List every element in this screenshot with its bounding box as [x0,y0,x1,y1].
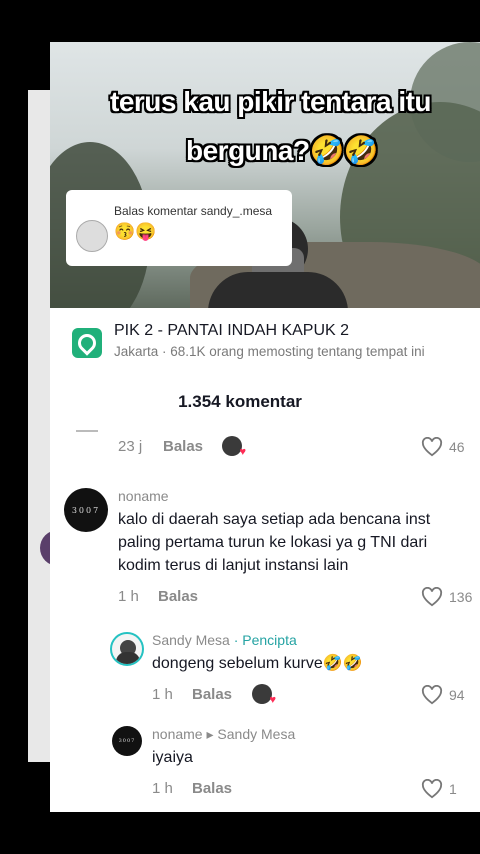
avatar[interactable] [110,632,144,666]
reply-button[interactable]: Balas [192,780,232,797]
comment-author-line[interactable]: noname ▸ Sandy Mesa [152,726,295,743]
comment-count: 1.354 komentar [178,392,302,411]
comment-author-line[interactable]: Sandy Mesa · Pencipta [152,632,297,648]
heart-icon: ♥ [239,446,246,458]
previous-comment-edge [76,430,98,432]
heart-icon: ♥ [269,694,276,706]
reply-button[interactable]: Balas [158,588,198,605]
like-count: 94 [449,687,465,703]
comment-time: 1 h [118,588,139,605]
comments-sheet: PIK 2 - PANTAI INDAH KAPUK 2 Jakarta · 6… [50,308,480,812]
comment-text-line: kalo di daerah saya setiap ada bencana i… [118,511,431,528]
location-pin-icon [72,328,102,358]
reply-sticker-title: Balas komentar sandy_.mesa [114,204,273,218]
reply-sticker-emojis: 😚😝 [114,222,157,241]
reply-arrow-icon: ▸ [206,726,214,742]
reply-button[interactable]: Balas [192,686,232,703]
comment-text: dongeng sebelum kurve🤣🤣 [152,655,363,672]
comment-time: 1 h [152,780,173,797]
like-button[interactable]: 46 [421,437,465,457]
comment-time: 1 h [152,686,173,703]
heart-outline-icon [421,685,443,705]
comment-author[interactable]: noname [118,488,169,504]
like-count: 46 [449,439,465,455]
avatar[interactable]: 3007 [64,488,108,532]
comment-time: 23 j [118,438,143,455]
location-title[interactable]: PIK 2 - PANTAI INDAH KAPUK 2 [114,322,349,340]
comment-text-line: paling pertama turun ke lokasi ya g TNI … [118,534,428,551]
video-preview[interactable]: terus kau pikir tentara itu berguna?🤣🤣 B… [50,42,480,308]
comment-author[interactable]: noname [152,726,203,742]
video-caption-line2: berguna?🤣🤣 [186,135,379,166]
reply-sticker-avatar [76,220,108,252]
heart-outline-icon [421,587,443,607]
heart-outline-icon [421,779,443,799]
like-button[interactable]: 136 [421,587,472,607]
comment-text: iyaiya [152,749,193,766]
location-subtitle: Jakarta · 68.1K orang memosting tentang … [114,344,425,359]
like-count: 1 [449,781,457,797]
heart-outline-icon [421,437,443,457]
comment-text-line: kodim terus di lanjut instansi lain [118,557,349,574]
like-button[interactable]: 1 [421,779,457,799]
reply-comment-sticker: Balas komentar sandy_.mesa 😚😝 [66,190,292,266]
like-count: 136 [449,589,473,605]
reply-button[interactable]: Balas [163,438,203,455]
creator-liked-badge: ♥ [222,436,246,458]
avatar[interactable]: 3007 [112,726,142,756]
video-caption-line1: terus kau pikir tentara itu [110,86,432,117]
reply-to-author[interactable]: Sandy Mesa [217,726,295,742]
comment-author[interactable]: Sandy Mesa [152,632,230,648]
comments-card: terus kau pikir tentara itu berguna?🤣🤣 B… [50,42,480,812]
like-button[interactable]: 94 [421,685,465,705]
creator-liked-badge: ♥ [252,684,276,706]
person-shirt [208,272,348,308]
creator-badge: · Pencipta [233,632,297,648]
